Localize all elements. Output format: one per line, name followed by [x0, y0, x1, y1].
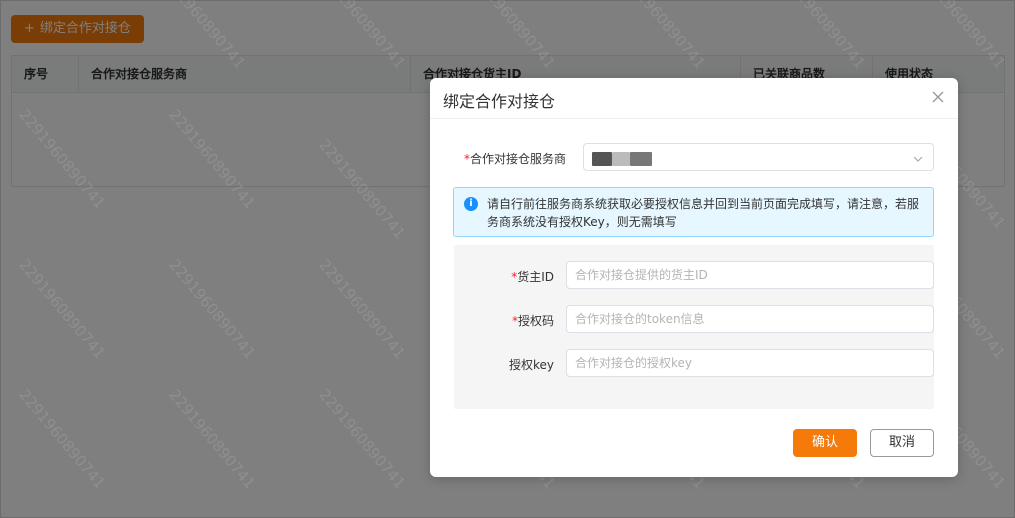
- chevron-down-icon: [913, 153, 923, 163]
- auth-key-input[interactable]: [566, 349, 934, 377]
- auth-code-label-text: 授权码: [517, 314, 554, 328]
- provider-select[interactable]: [583, 143, 934, 171]
- auth-code-input[interactable]: [566, 305, 934, 333]
- dialog-header: 绑定合作对接仓: [430, 78, 958, 119]
- auth-key-label: 授权key: [454, 356, 554, 373]
- blurred-value: [612, 152, 630, 166]
- auth-key-label-text: 授权key: [508, 358, 554, 372]
- close-icon[interactable]: [931, 90, 945, 104]
- blurred-value: [592, 152, 612, 166]
- cancel-button[interactable]: 取消: [870, 429, 934, 457]
- dialog-title: 绑定合作对接仓: [443, 92, 556, 111]
- auth-code-label: *授权码: [454, 312, 554, 329]
- auth-fields-panel: *货主ID *授权码 授权key: [454, 245, 934, 409]
- bind-warehouse-dialog: 绑定合作对接仓 *合作对接仓服务商 i 请自行前往服务商系统获取必要授权信息并回…: [430, 78, 958, 477]
- provider-label-text: 合作对接仓服务商: [469, 152, 566, 166]
- blurred-value: [630, 152, 652, 166]
- owner-id-label: *货主ID: [454, 268, 554, 285]
- alert-text: 请自行前往服务商系统获取必要授权信息并回到当前页面完成填写，请注意，若服务商系统…: [487, 197, 920, 229]
- provider-label: *合作对接仓服务商: [450, 150, 566, 167]
- confirm-button[interactable]: 确认: [793, 429, 857, 457]
- owner-id-input[interactable]: [566, 261, 934, 289]
- info-alert: i 请自行前往服务商系统获取必要授权信息并回到当前页面完成填写，请注意，若服务商…: [453, 187, 934, 237]
- owner-id-label-text: 货主ID: [517, 270, 554, 284]
- info-icon: i: [464, 197, 478, 211]
